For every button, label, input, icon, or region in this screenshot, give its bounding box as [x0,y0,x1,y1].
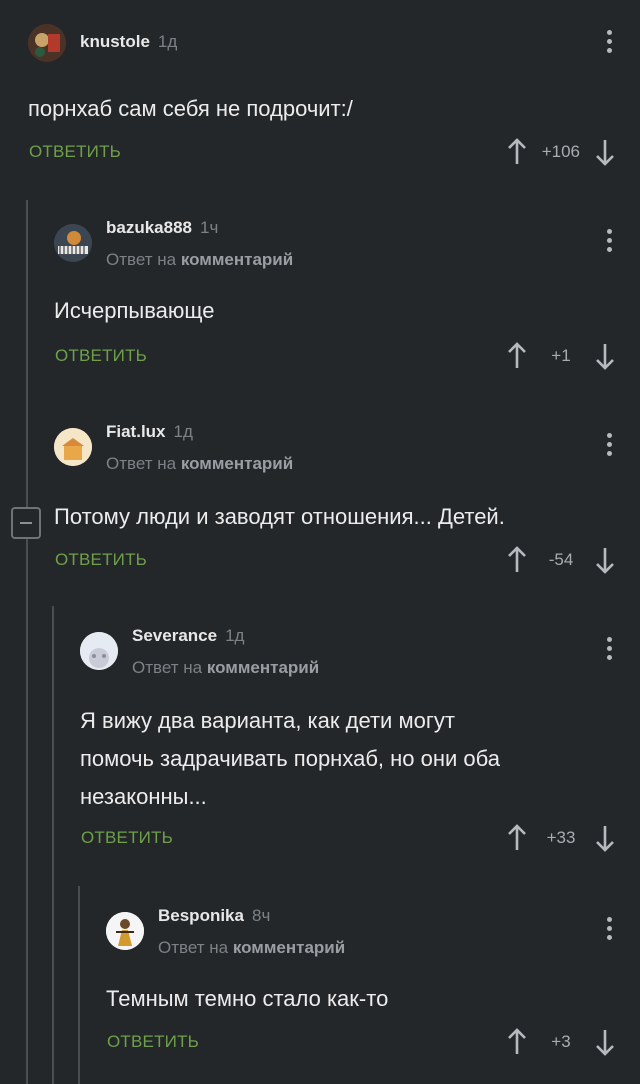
author-name[interactable]: Besponika [158,906,244,925]
reply-button[interactable]: ОТВЕТИТЬ [29,142,121,162]
upvote-icon[interactable] [506,546,528,574]
comment-author[interactable]: Besponika 8ч [158,906,270,926]
more-options-icon[interactable] [606,433,612,459]
rating: -54 [506,546,616,574]
author-name[interactable]: knustole [80,32,150,51]
reply-to-info: Ответ на комментарий [132,658,319,678]
upvote-icon[interactable] [506,342,528,370]
reply-to-link[interactable]: комментарий [233,938,345,957]
reply-to-info: Ответ на комментарий [106,454,293,474]
comment-time: 1д [173,422,193,441]
comment-text-line: помочь задрачивать порнхаб, но они оба [80,746,500,771]
reply-to-prefix: Ответ на [106,250,177,269]
reply-to-link[interactable]: комментарий [181,250,293,269]
downvote-icon[interactable] [594,824,616,852]
downvote-icon[interactable] [594,138,616,166]
comment-text-line: незаконны... [80,784,207,809]
reply-to-prefix: Ответ на [132,658,203,677]
reply-button[interactable]: ОТВЕТИТЬ [107,1032,199,1052]
avatar[interactable] [80,632,118,670]
comment: Besponika 8ч Ответ на комментарий Темным … [0,888,640,1084]
reply-button[interactable]: ОТВЕТИТЬ [81,828,173,848]
reply-to-link[interactable]: комментарий [181,454,293,473]
comment: Fiat.lux 1д Ответ на комментарий Потому л… [0,404,640,604]
comment: Severance 1д Ответ на комментарий Я вижу … [0,608,640,884]
comment-author[interactable]: knustole 1д [80,32,177,52]
avatar[interactable] [54,428,92,466]
reply-to-info: Ответ на комментарий [106,250,293,270]
more-options-icon[interactable] [606,30,612,56]
comment: knustole 1д порнхаб сам себя не подрочит:… [0,0,640,190]
comment-time: 1д [225,626,245,645]
author-name[interactable]: bazuka888 [106,218,192,237]
reply-button[interactable]: ОТВЕТИТЬ [55,550,147,570]
comment-text: Потому люди и заводят отношения... Детей… [54,504,505,529]
more-options-icon[interactable] [606,637,612,663]
downvote-icon[interactable] [594,1028,616,1056]
author-name[interactable]: Severance [132,626,217,645]
comment-time: 1ч [200,218,219,237]
comment-text: Исчерпывающе [54,298,215,323]
comment-text: Темным темно стало как-то [106,986,389,1011]
comment-text: Я вижу два варианта, как дети могут помо… [80,702,500,816]
reply-to-prefix: Ответ на [158,938,229,957]
comment-text-line: Я вижу два варианта, как дети могут [80,708,455,733]
reply-to-info: Ответ на комментарий [158,938,345,958]
rating: +1 [506,342,616,370]
rating-score: +1 [551,346,571,365]
comment-time: 8ч [251,906,271,925]
rating-score: -54 [548,550,574,569]
reply-to-link[interactable]: комментарий [207,658,319,677]
rating-score: +33 [546,828,576,847]
comment: bazuka888 1ч Ответ на комментарий Исчерпы… [0,200,640,400]
more-options-icon[interactable] [606,229,612,255]
avatar[interactable] [54,224,92,262]
more-options-icon[interactable] [606,917,612,943]
reply-button[interactable]: ОТВЕТИТЬ [55,346,147,366]
upvote-icon[interactable] [506,138,528,166]
rating: +106 [506,138,616,166]
reply-to-prefix: Ответ на [106,454,177,473]
upvote-icon[interactable] [506,1028,528,1056]
downvote-icon[interactable] [594,342,616,370]
rating-score: +3 [551,1032,571,1051]
downvote-icon[interactable] [594,546,616,574]
comment-time: 1д [157,32,178,51]
upvote-icon[interactable] [506,824,528,852]
rating-score: +106 [541,142,580,161]
comment-text: порнхаб сам себя не подрочит:/ [28,96,353,121]
avatar[interactable] [28,24,66,62]
rating: +33 [506,824,616,852]
avatar[interactable] [106,912,144,950]
comment-author[interactable]: bazuka888 1ч [106,218,218,238]
author-name[interactable]: Fiat.lux [106,422,166,441]
comment-author[interactable]: Fiat.lux 1д [106,422,193,442]
rating: +3 [506,1028,616,1056]
comment-author[interactable]: Severance 1д [132,626,244,646]
